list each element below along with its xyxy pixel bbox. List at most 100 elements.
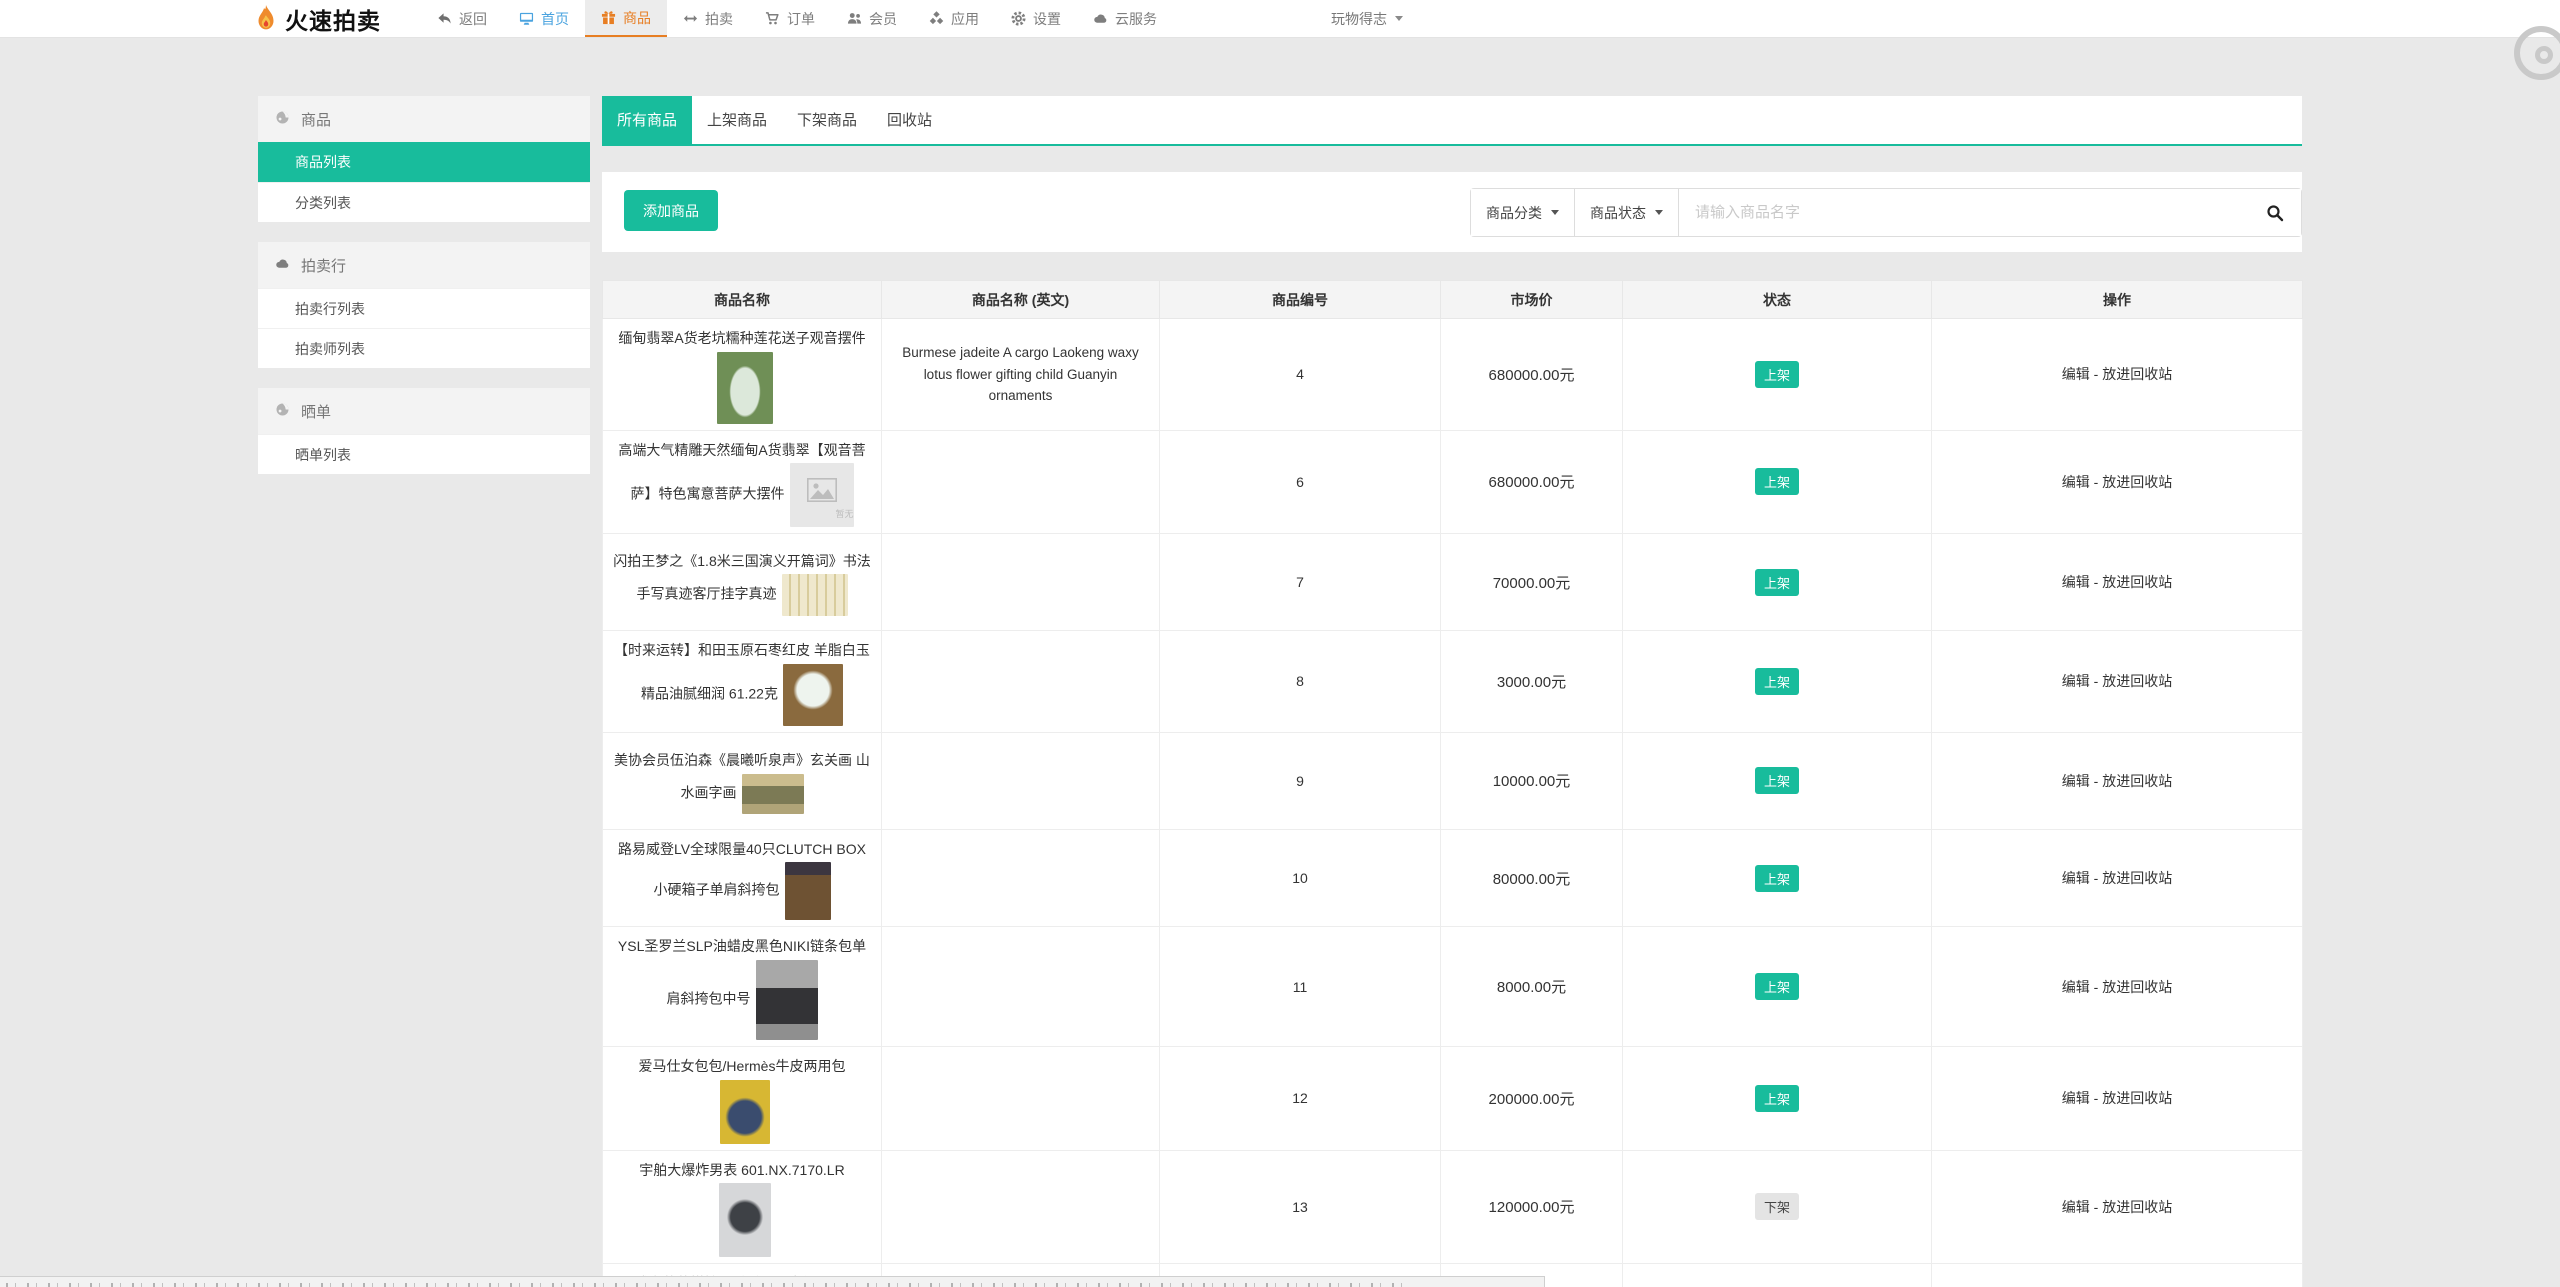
recycle-link[interactable]: 放进回收站 — [2102, 366, 2172, 382]
table-row: 缅甸翡翠A货老坑糯种莲花送子观音摆件 Burmese jadeite A car… — [602, 318, 2303, 431]
product-name-en-cell — [881, 533, 1160, 632]
toolbar: 添加商品 商品分类 商品状态 — [602, 172, 2302, 252]
edit-link[interactable]: 编辑 — [2062, 1090, 2090, 1106]
product-actions-cell: 编辑 - 放进回收站 — [1931, 828, 2303, 928]
recycle-link[interactable]: 放进回收站 — [2102, 979, 2172, 995]
product-name: 爱马仕女包包/Hermès牛皮两用包 — [638, 1057, 846, 1074]
product-thumbnail — [741, 774, 804, 815]
product-name-en-cell — [881, 429, 1160, 535]
product-id-cell: 6 — [1159, 429, 1441, 535]
sidebar-item-分类列表[interactable]: 分类列表 — [258, 182, 590, 222]
product-actions-cell: 编辑 - 放进回收站 — [1931, 318, 2303, 431]
sidebar: 商品 商品列表 分类列表 拍卖行 拍卖行列表 拍卖师列表 晒单 晒单列表 — [258, 96, 590, 494]
products-table-panel: 商品名称 商品名称 (英文) 商品编号 市场价 状态 操作 缅甸翡翠A货老坑糯种莲花送子观… — [602, 280, 2303, 1287]
product-name: 宇舶大爆炸男表 601.NX.7170.LR — [639, 1161, 845, 1178]
product-name-cell: 美协会员伍泊森《晨曦听泉声》玄关画 山水画字画 — [602, 731, 882, 830]
edit-link[interactable]: 编辑 — [2062, 574, 2090, 590]
tab-1[interactable]: 所有商品 — [602, 96, 693, 144]
nav-item-6[interactable]: 会员 — [831, 0, 913, 37]
product-price-cell: 3000.00元 — [1440, 630, 1623, 733]
recycle-link[interactable]: 放进回收站 — [2102, 870, 2172, 886]
status-badge: 下架 — [1754, 1193, 1799, 1221]
product-id-cell: 11 — [1159, 926, 1441, 1047]
sidebar-item-拍卖师列表[interactable]: 拍卖师列表 — [258, 328, 590, 368]
cloud-icon — [1093, 11, 1108, 26]
product-name-cell: 闪拍王梦之《1.8米三国演义开篇词》书法手写真迹客厅挂字真迹 — [602, 533, 882, 632]
product-thumbnail — [719, 1079, 770, 1144]
product-actions-cell: 编辑 - 放进回收站 — [1931, 533, 2303, 632]
product-id-cell: 13 — [1159, 1149, 1441, 1265]
top-navbar: 火速拍卖 返回 首页 商品 拍卖 订单 会员 应用 设置 云服务 玩物得志 — [0, 0, 2560, 38]
nav-item-4[interactable]: 拍卖 — [667, 0, 749, 37]
sidebar-item-拍卖行列表[interactable]: 拍卖行列表 — [258, 288, 590, 328]
sidebar-section-title: 晒单 — [301, 403, 332, 421]
product-status-cell: 上架 — [1622, 318, 1932, 431]
product-thumbnail — [755, 959, 818, 1040]
users-icon — [847, 11, 862, 26]
recycle-link[interactable]: 放进回收站 — [2102, 773, 2172, 789]
nav-item-9[interactable]: 云服务 — [1077, 0, 1173, 37]
product-price-cell: 8000.00元 — [1440, 926, 1623, 1047]
nav-item-5[interactable]: 订单 — [749, 0, 831, 37]
column-header: 商品名称 — [602, 280, 882, 319]
product-actions-cell: 编辑 - 放进回收站 — [1931, 429, 2303, 535]
edit-link[interactable]: 编辑 — [2062, 1199, 2090, 1215]
edit-link[interactable]: 编辑 — [2062, 979, 2090, 995]
product-id-cell: 10 — [1159, 828, 1441, 928]
products-table: 商品名称 商品名称 (英文) 商品编号 市场价 状态 操作 缅甸翡翠A货老坑糯种莲花送子观… — [602, 280, 2303, 1287]
product-price-cell: 10000.00元 — [1440, 731, 1623, 830]
tab-4[interactable]: 回收站 — [872, 96, 947, 144]
caret-down-icon — [1395, 16, 1403, 21]
category-filter-dropdown[interactable]: 商品分类 — [1471, 189, 1575, 236]
status-badge: 上架 — [1754, 667, 1799, 695]
table-header-row: 商品名称 商品名称 (英文) 商品编号 市场价 状态 操作 — [602, 280, 2303, 319]
status-filter-dropdown[interactable]: 商品状态 — [1575, 189, 1679, 236]
product-actions-cell: 编辑 - 放进回收站 — [1931, 926, 2303, 1047]
nav-item-7[interactable]: 应用 — [913, 0, 995, 37]
recycle-link[interactable]: 放进回收站 — [2102, 474, 2172, 490]
add-product-button[interactable]: 添加商品 — [624, 190, 718, 231]
floating-widget-icon[interactable] — [2514, 26, 2560, 80]
cubes-icon — [929, 11, 944, 26]
table-row: 爱马仕女包包/Hermès牛皮两用包 12 200000.00元 上架 编辑 -… — [602, 1045, 2303, 1151]
product-status-cell: 下架 — [1622, 1263, 1932, 1287]
product-id-cell: 7 — [1159, 533, 1441, 632]
tab-3[interactable]: 下架商品 — [782, 96, 872, 144]
caret-down-icon — [1655, 210, 1663, 215]
edit-link[interactable]: 编辑 — [2062, 474, 2090, 490]
recycle-link[interactable]: 放进回收站 — [2102, 574, 2172, 590]
product-status-cell: 上架 — [1622, 828, 1932, 928]
brand[interactable]: 火速拍卖 — [253, 0, 381, 37]
sidebar-section: 商品 商品列表 分类列表 — [258, 96, 590, 222]
edit-link[interactable]: 编辑 — [2062, 673, 2090, 689]
product-id-cell: 12 — [1159, 1045, 1441, 1151]
recycle-link[interactable]: 放进回收站 — [2102, 673, 2172, 689]
gear-icon — [1011, 11, 1026, 26]
edit-link[interactable]: 编辑 — [2062, 366, 2090, 382]
table-row: 宇舶大爆炸男表 601.NX.7170.LR 13 120000.00元 下架 … — [602, 1149, 2303, 1265]
recycle-link[interactable]: 放进回收站 — [2102, 1199, 2172, 1215]
tab-2[interactable]: 上架商品 — [692, 96, 782, 144]
table-row: 高端大气精雕天然缅甸A货翡翠【观音菩萨】特色寓意菩萨大摆件暂无图片 6 6800… — [602, 429, 2303, 535]
edit-link[interactable]: 编辑 — [2062, 773, 2090, 789]
gift-icon — [601, 10, 616, 25]
product-name-cell: 爱马仕女包包/Hermès牛皮两用包 — [602, 1045, 882, 1151]
recycle-link[interactable]: 放进回收站 — [2102, 1090, 2172, 1106]
search-button[interactable] — [2249, 189, 2301, 236]
edit-link[interactable]: 编辑 — [2062, 870, 2090, 886]
status-badge: 上架 — [1754, 468, 1799, 496]
product-thumbnail — [781, 574, 848, 617]
nav-item-8[interactable]: 设置 — [995, 0, 1077, 37]
product-thumbnail — [784, 862, 831, 921]
search-input[interactable] — [1679, 189, 2249, 236]
sidebar-section-header: 拍卖行 — [258, 242, 590, 288]
nav-item-1[interactable]: 返回 — [421, 0, 503, 37]
product-status-cell: 上架 — [1622, 926, 1932, 1047]
nav-item-2[interactable]: 首页 — [503, 0, 585, 37]
product-price-cell: 680000.00元 — [1440, 318, 1623, 431]
user-menu[interactable]: 玩物得志 — [1331, 0, 1403, 37]
sidebar-item-商品列表[interactable]: 商品列表 — [258, 142, 590, 182]
nav-item-3[interactable]: 商品 — [585, 0, 667, 37]
sidebar-item-晒单列表[interactable]: 晒单列表 — [258, 434, 590, 474]
product-name-cell: 路易威登LV全球限量40只CLUTCH BOX 小硬箱子单肩斜挎包 — [602, 828, 882, 928]
